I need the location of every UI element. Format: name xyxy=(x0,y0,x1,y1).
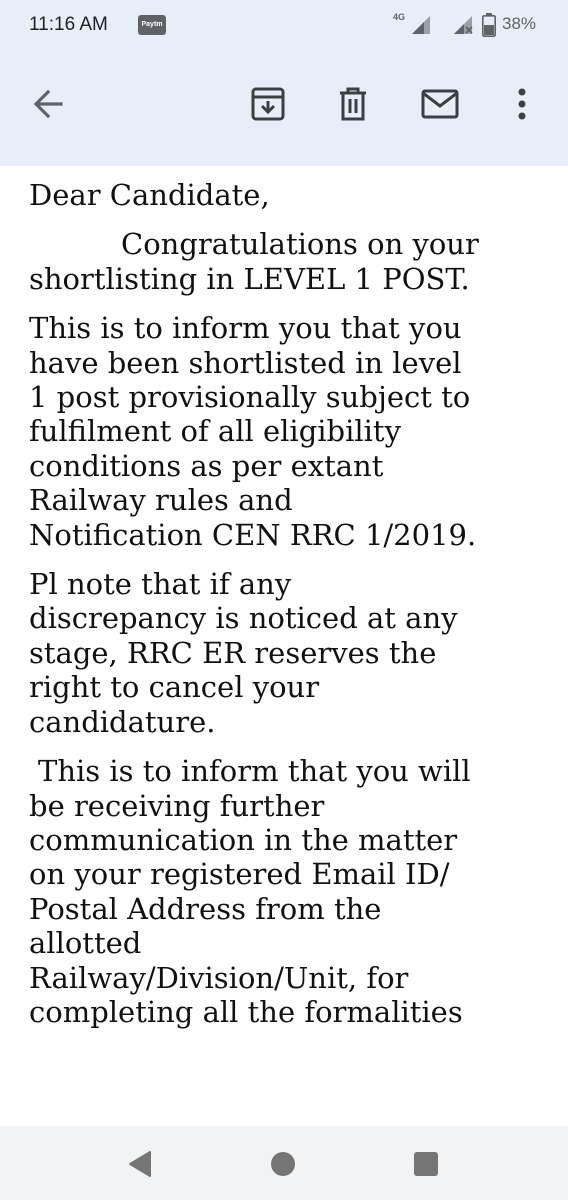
email-line: fulfilment of all eligibility xyxy=(29,414,401,449)
status-time: 11:16 AM xyxy=(29,14,108,35)
email-line: conditions as per extant xyxy=(29,448,384,483)
email-line: Postal Address from the xyxy=(29,891,382,926)
more-options-button[interactable] xyxy=(500,82,544,126)
email-line: This is to inform that you will xyxy=(38,754,471,789)
email-line: be receiving further xyxy=(29,788,325,823)
nav-recents-button[interactable] xyxy=(408,1146,444,1182)
signal-icon xyxy=(410,14,432,40)
email-line: 1 post provisionally subject to xyxy=(29,380,471,415)
mark-unread-icon xyxy=(421,89,459,119)
email-line: Railway rules and xyxy=(29,483,293,518)
mark-unread-button[interactable] xyxy=(418,82,462,126)
email-line: allotted xyxy=(29,926,142,961)
email-line: Congratulations on your xyxy=(121,227,479,262)
nav-home-button[interactable] xyxy=(265,1146,301,1182)
battery-percentage: 38% xyxy=(502,14,537,33)
email-line: on your registered Email ID/ xyxy=(29,857,450,892)
battery-icon xyxy=(482,13,496,41)
recents-square-icon xyxy=(414,1152,438,1176)
email-line: completing all the formalities xyxy=(29,994,463,1029)
network-type-label: 4G xyxy=(393,12,406,22)
email-toolbar xyxy=(0,52,568,166)
more-vert-icon xyxy=(518,88,526,120)
back-button[interactable] xyxy=(26,82,70,126)
signal-no-data-icon xyxy=(452,14,476,40)
email-line: Pl note that if any xyxy=(29,567,292,602)
email-line: communication in the matter xyxy=(29,822,458,857)
archive-icon xyxy=(251,87,285,121)
email-line: discrepancy is noticed at any xyxy=(29,601,458,636)
back-triangle-icon xyxy=(129,1151,151,1177)
email-line: Railway/Division/Unit, for xyxy=(29,960,409,995)
delete-button[interactable] xyxy=(331,82,375,126)
home-circle-icon xyxy=(271,1152,295,1176)
archive-button[interactable] xyxy=(246,82,290,126)
paytm-notification-icon: Paytm xyxy=(138,15,166,35)
back-arrow-icon xyxy=(33,89,63,119)
email-greeting: Dear Candidate, xyxy=(29,178,270,212)
email-line: have been shortlisted in level xyxy=(29,345,462,380)
email-line: This is to inform you that you xyxy=(29,311,462,346)
email-line: Notification CEN RRC 1/2019. xyxy=(29,517,477,552)
nav-back-button[interactable] xyxy=(122,1146,158,1182)
email-line: stage, RRC ER reserves the xyxy=(29,635,437,670)
email-line: candidature. xyxy=(29,704,216,739)
email-line: right to cancel your xyxy=(29,670,320,705)
system-nav-bar xyxy=(0,1126,568,1200)
status-bar: 11:16 AM Paytm 4G 38% xyxy=(0,0,568,52)
email-line: shortlisting in LEVEL 1 POST. xyxy=(29,261,470,296)
delete-icon xyxy=(340,87,366,121)
email-body: Dear Candidate, Congratulations on your … xyxy=(29,178,549,1126)
